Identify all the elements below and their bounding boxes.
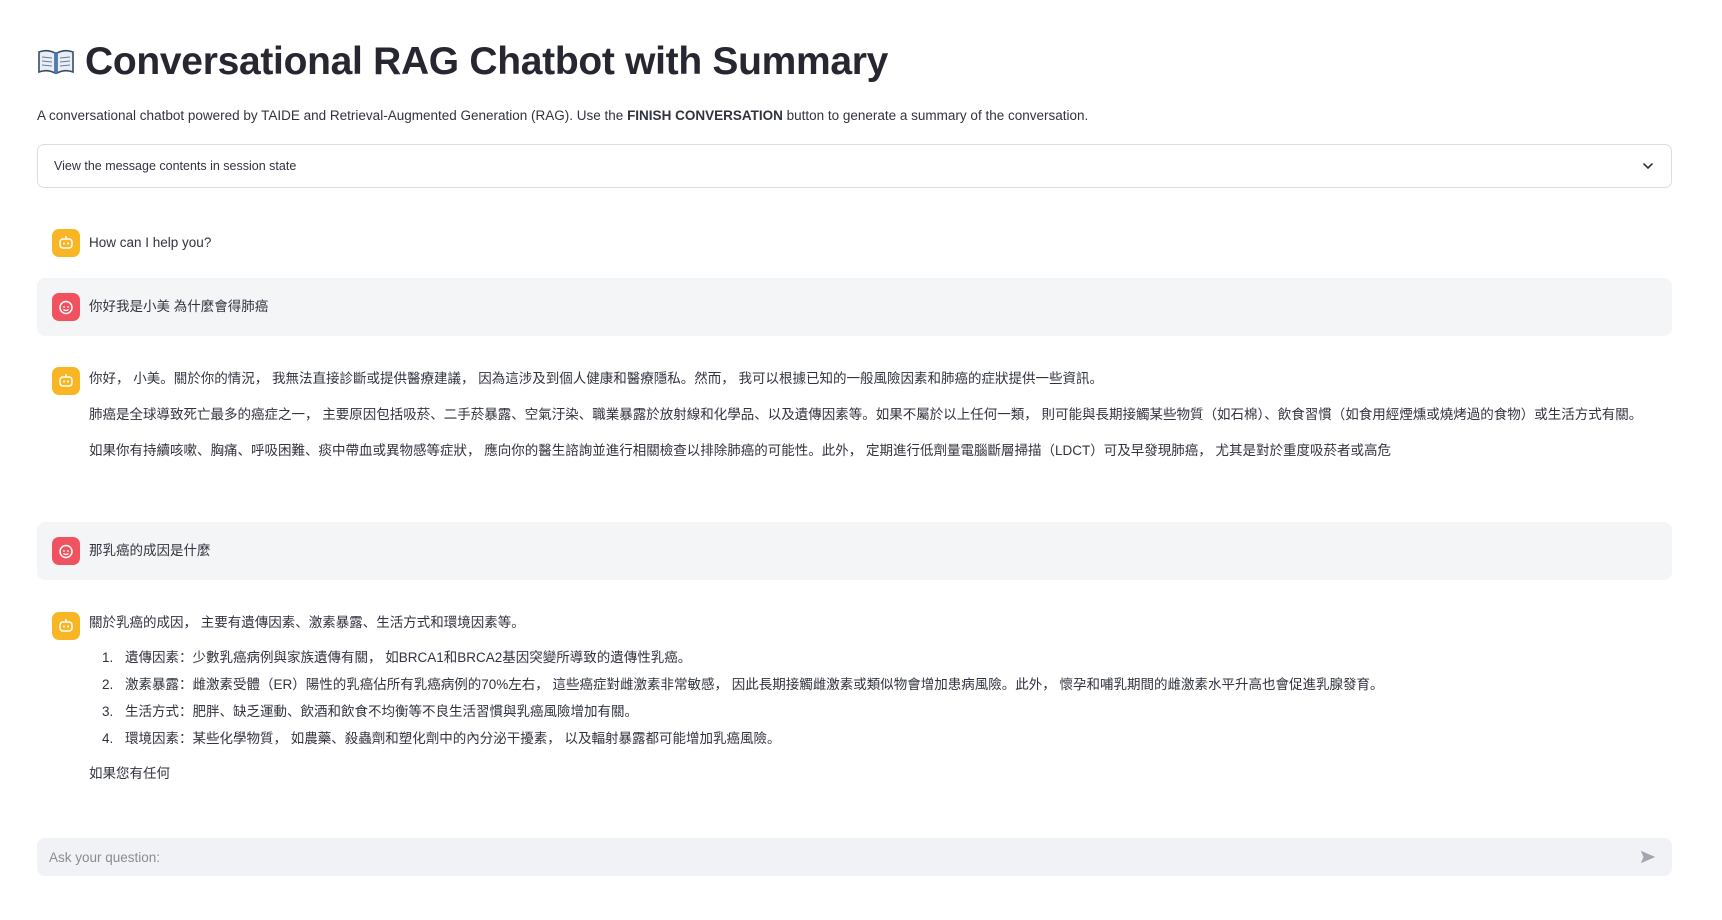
chat-message-assistant: 你好， 小美。關於你的情況， 我無法直接診斷或提供醫療建議， 因為這涉及到個人健… — [37, 355, 1672, 505]
message-text: 你好我是小美 為什麼會得肺癌 — [89, 299, 269, 314]
message-content: How can I help you? — [89, 231, 1658, 270]
send-arrow-icon — [1640, 850, 1656, 864]
user-face-icon — [52, 293, 80, 321]
message-content: 你好我是小美 為什麼會得肺癌 — [89, 295, 1658, 334]
session-state-expander[interactable]: View the message contents in session sta… — [37, 144, 1672, 188]
robot-icon — [52, 367, 80, 395]
list-item: 生活方式：肥胖、缺乏運動、飲酒和飲食不均衡等不良生活習慣與乳癌風險增加有關。 — [117, 700, 1658, 723]
chat-input-bar — [37, 838, 1672, 876]
chevron-down-icon — [1643, 163, 1653, 169]
message-paragraph: 肺癌是全球導致死亡最多的癌症之一， 主要原因包括吸菸、二手菸暴露、空氣汙染、職業… — [89, 407, 1643, 422]
message-text: How can I help you? — [89, 235, 212, 250]
page-subtitle: A conversational chatbot powered by TAID… — [37, 108, 1088, 123]
subtitle-text-end: button to generate a summary of the conv… — [782, 108, 1089, 123]
message-paragraph: 你好， 小美。關於你的情況， 我無法直接診斷或提供醫療建議， 因為這涉及到個人健… — [89, 371, 1104, 386]
message-content: 關於乳癌的成因， 主要有遺傳因素、激素暴露、生活方式和環境因素等。 遺傳因素：少… — [89, 611, 1658, 801]
chat-message-assistant: 關於乳癌的成因， 主要有遺傳因素、激素暴露、生活方式和環境因素等。 遺傳因素：少… — [37, 598, 1672, 798]
open-book-icon — [37, 46, 75, 78]
causes-list: 遺傳因素：少數乳癌病例與家族遺傳有關， 如BRCA1和BRCA2基因突變所導致的… — [89, 646, 1658, 750]
subtitle-text-start: A conversational chatbot powered by TAID… — [37, 108, 628, 123]
title-row: Conversational RAG Chatbot with Summary — [37, 40, 888, 84]
message-paragraph: 如果你有持續咳嗽、胸痛、呼吸困難、痰中帶血或異物感等症狀， 應向你的醫生諮詢並進… — [89, 443, 1392, 458]
message-paragraph: 如果您有任何 — [89, 766, 170, 781]
app-page: Conversational RAG Chatbot with Summary … — [0, 0, 1722, 920]
expander-label: View the message contents in session sta… — [54, 159, 297, 173]
list-item: 環境因素：某些化學物質， 如農藥、殺蟲劑和塑化劑中的內分泌干擾素， 以及輻射暴露… — [117, 727, 1658, 750]
send-button[interactable] — [1634, 843, 1662, 871]
message-text: 那乳癌的成因是什麼 — [89, 543, 211, 558]
chat-message-assistant: How can I help you? — [37, 218, 1672, 268]
chat-message-user: 你好我是小美 為什麼會得肺癌 — [37, 278, 1672, 336]
message-content: 那乳癌的成因是什麼 — [89, 539, 1658, 578]
robot-icon — [52, 612, 80, 640]
list-item: 遺傳因素：少數乳癌病例與家族遺傳有關， 如BRCA1和BRCA2基因突變所導致的… — [117, 646, 1658, 669]
message-paragraph: 關於乳癌的成因， 主要有遺傳因素、激素暴露、生活方式和環境因素等。 — [89, 615, 525, 630]
user-face-icon — [52, 537, 80, 565]
chat-message-user: 那乳癌的成因是什麼 — [37, 522, 1672, 580]
list-item: 激素暴露：雌激素受體（ER）陽性的乳癌佔所有乳癌病例的70%左右， 這些癌症對雌… — [117, 673, 1658, 696]
question-input[interactable] — [47, 848, 1634, 866]
subtitle-bold-text: FINISH CONVERSATION — [627, 108, 783, 123]
robot-icon — [52, 229, 80, 257]
message-content: 你好， 小美。關於你的情況， 我無法直接診斷或提供醫療建議， 因為這涉及到個人健… — [89, 367, 1658, 478]
page-title: Conversational RAG Chatbot with Summary — [85, 40, 889, 83]
